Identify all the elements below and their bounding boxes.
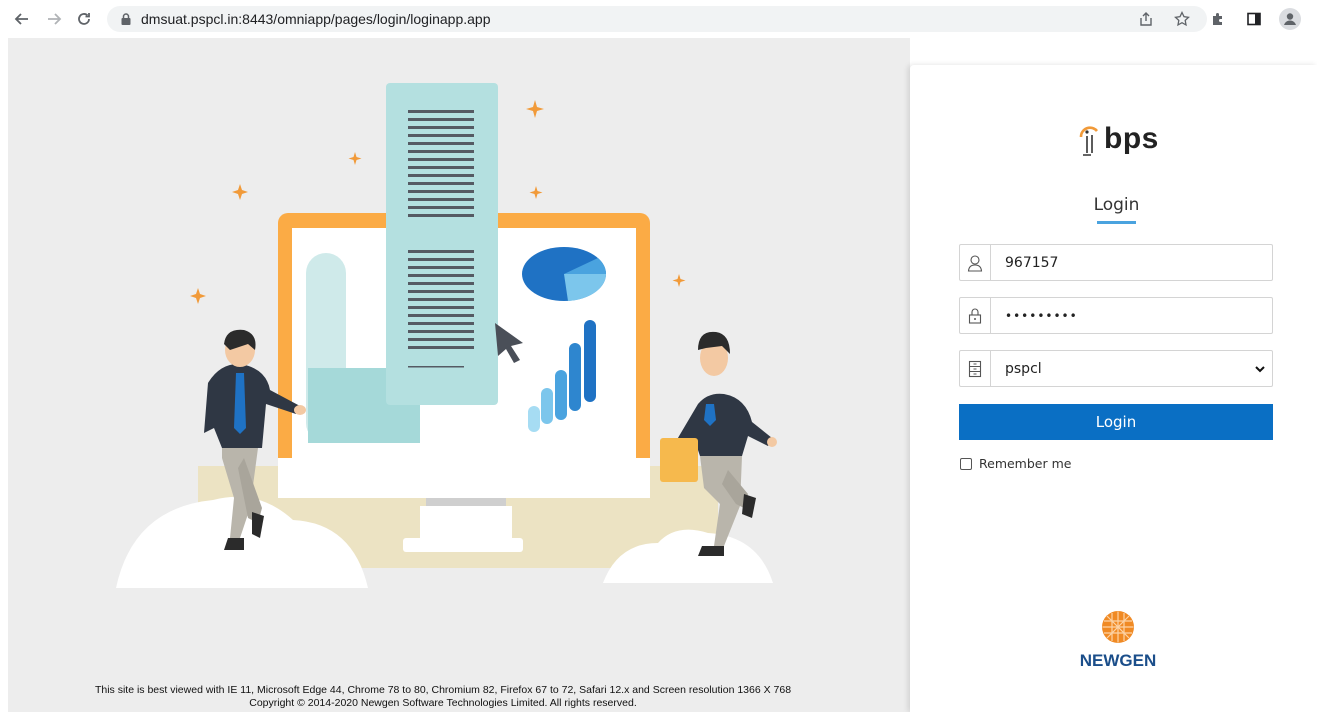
briefcase <box>660 438 698 482</box>
lock-icon <box>121 13 131 25</box>
hero-illustration <box>116 83 777 588</box>
newgen-logo: NEWGEN <box>1068 610 1168 671</box>
cabinet-icon <box>960 351 991 386</box>
domain-select[interactable]: pspcl <box>959 350 1273 387</box>
ibps-logo-mark-icon <box>1079 126 1099 156</box>
bar-2 <box>541 388 553 424</box>
password-value[interactable]: ••••••••• <box>991 309 1272 323</box>
newgen-wordmark: NEWGEN <box>1079 651 1157 670</box>
browser-toolbar: dmsuat.pspcl.in:8443/omniapp/pages/login… <box>0 0 1317 38</box>
forward-icon[interactable] <box>40 5 68 33</box>
illustration-panel: This site is best viewed with IE 11, Mic… <box>8 38 910 712</box>
login-card: bps Login 967157 ••••••••• pspcl Login R… <box>910 65 1317 712</box>
profile-avatar-icon[interactable] <box>1277 6 1303 32</box>
remember-me[interactable]: Remember me <box>960 456 1071 471</box>
bar-4 <box>569 343 581 411</box>
document-page <box>386 83 498 405</box>
remember-me-label: Remember me <box>979 456 1072 471</box>
extensions-icon[interactable] <box>1205 6 1231 32</box>
reload-icon[interactable] <box>70 5 98 33</box>
bar-3 <box>555 370 567 420</box>
bar-1 <box>528 406 540 432</box>
username-value[interactable]: 967157 <box>991 255 1272 271</box>
url-text: dmsuat.pspcl.in:8443/omniapp/pages/login… <box>141 11 491 27</box>
login-button[interactable]: Login <box>959 404 1273 440</box>
login-heading-underline <box>1097 221 1136 224</box>
back-icon[interactable] <box>8 5 36 33</box>
chevron-down-icon[interactable] <box>1248 363 1272 375</box>
newgen-globe-icon <box>1102 611 1134 643</box>
monitor-stand <box>403 538 523 552</box>
bar-5 <box>584 320 596 402</box>
user-icon <box>960 245 991 280</box>
domain-selected-value: pspcl <box>1005 360 1042 377</box>
browser-compat-note: This site is best viewed with IE 11, Mic… <box>94 684 792 696</box>
copyright-note: Copyright © 2014-2020 Newgen Software Te… <box>249 697 637 709</box>
share-icon[interactable] <box>1133 6 1159 32</box>
login-heading: Login <box>1093 195 1140 215</box>
username-field[interactable]: 967157 <box>959 244 1273 281</box>
remember-me-checkbox[interactable] <box>960 457 972 470</box>
side-panel-icon[interactable] <box>1241 6 1267 32</box>
logo-text: bps <box>1104 122 1159 155</box>
ibps-logo: bps <box>1076 121 1159 157</box>
address-bar[interactable]: dmsuat.pspcl.in:8443/omniapp/pages/login… <box>107 6 1207 32</box>
padlock-icon <box>960 298 991 333</box>
password-field[interactable]: ••••••••• <box>959 297 1273 334</box>
monitor-bezel <box>278 458 650 498</box>
bookmark-star-icon[interactable] <box>1169 6 1195 32</box>
